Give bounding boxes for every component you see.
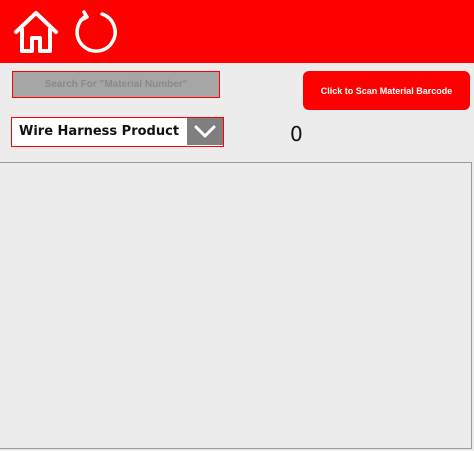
refresh-icon [75, 10, 117, 53]
home-icon [14, 11, 58, 53]
product-dropdown[interactable]: Wire Harness Product [11, 117, 224, 147]
chevron-down-icon [194, 125, 216, 137]
home-button[interactable] [12, 8, 60, 56]
refresh-button[interactable] [72, 8, 120, 56]
top-bar [0, 0, 474, 63]
results-panel [0, 162, 472, 449]
item-count: 0 [290, 122, 303, 146]
scan-barcode-button[interactable]: Click to Scan Material Barcode [303, 71, 470, 110]
material-search-field[interactable] [12, 71, 220, 98]
product-dropdown-value: Wire Harness Product [19, 124, 180, 139]
material-search-input[interactable] [13, 72, 219, 97]
dropdown-toggle[interactable] [187, 118, 223, 145]
